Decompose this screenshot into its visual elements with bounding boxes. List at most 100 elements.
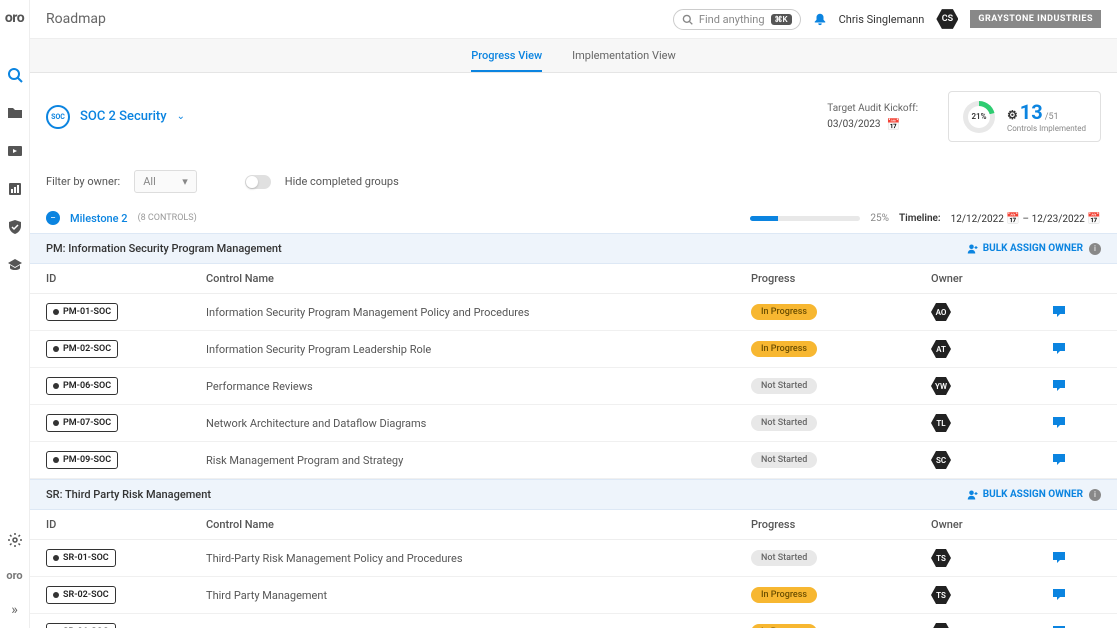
brand-logo[interactable]: oro (5, 10, 24, 26)
filter-label: Filter by owner: (46, 175, 120, 188)
comment-icon[interactable] (1051, 304, 1101, 320)
table-header: ID Control Name Progress Owner (30, 264, 1117, 294)
search-placeholder: Find anything (699, 13, 765, 26)
owner-avatar[interactable]: TL (931, 413, 951, 433)
control-id-badge[interactable]: PM-09-SOC (46, 451, 118, 469)
col-owner: Owner (931, 518, 1051, 531)
col-progress: Progress (751, 272, 931, 285)
collapse-icon[interactable]: − (46, 211, 60, 225)
audit-date: 03/03/2023 (827, 119, 880, 130)
group-sr-header: SR: Third Party Risk Management BULK ASS… (30, 479, 1117, 510)
notifications-icon[interactable] (813, 12, 827, 26)
framework-badge-icon: SOC (46, 105, 70, 129)
col-id: ID (46, 518, 206, 531)
table-row[interactable]: SR-01-SOC Third-Party Risk Management Pol… (30, 540, 1117, 577)
owner-avatar[interactable]: SC (931, 450, 951, 470)
control-id-badge[interactable]: PM-06-SOC (46, 377, 118, 395)
controls-count: 13 (1020, 100, 1043, 124)
status-badge: In Progress (751, 341, 817, 357)
framework-selector[interactable]: SOC 2 Security (80, 109, 167, 124)
controls-label: Controls Implemented (1007, 124, 1086, 133)
status-badge: Not Started (751, 378, 817, 394)
control-id-badge[interactable]: SR-06-SOC (46, 623, 116, 628)
page-title: Roadmap (46, 11, 106, 27)
hide-completed-label: Hide completed groups (285, 175, 399, 188)
control-name: Information Security Program Management … (206, 306, 751, 319)
comment-icon[interactable] (1051, 452, 1101, 468)
group-pm-title: PM: Information Security Program Managem… (46, 242, 282, 255)
control-id-badge[interactable]: PM-07-SOC (46, 414, 118, 432)
table-row[interactable]: PM-01-SOC Information Security Program Ma… (30, 294, 1117, 331)
owner-avatar[interactable]: TS (931, 548, 951, 568)
user-avatar[interactable]: CS (936, 8, 958, 30)
calendar-icon[interactable]: 📅 (1087, 212, 1101, 225)
col-id: ID (46, 272, 206, 285)
info-icon[interactable]: i (1089, 489, 1101, 501)
comment-icon[interactable] (1051, 378, 1101, 394)
tab-implementation-view[interactable]: Implementation View (572, 49, 676, 72)
milestone-2-progress-bar (750, 216, 860, 221)
status-badge: In Progress (751, 304, 817, 320)
filter-row: Filter by owner: All Hide completed grou… (30, 160, 1117, 203)
nav-chart-icon[interactable] (6, 180, 24, 198)
control-name: Network Architecture and Dataflow Diagra… (206, 417, 751, 430)
owner-avatar[interactable]: AT (931, 339, 951, 359)
control-name: Risk Management Program and Strategy (206, 454, 751, 467)
control-id-badge[interactable]: SR-02-SOC (46, 586, 116, 604)
brand-logo-small[interactable]: oro (6, 569, 22, 582)
owner-filter-select[interactable]: All (134, 170, 197, 193)
milestone-2-row: − Milestone 2 (8 CONTROLS) 25% Timeline:… (30, 203, 1117, 233)
topbar: Roadmap Find anything ⌘K Chris Singleman… (30, 0, 1117, 39)
bulk-assign-owner-button[interactable]: BULK ASSIGN OWNER (967, 489, 1083, 501)
tab-progress-view[interactable]: Progress View (471, 49, 542, 72)
owner-avatar[interactable]: SN (931, 622, 951, 628)
global-search[interactable]: Find anything ⌘K (673, 9, 801, 30)
status-badge: Not Started (751, 415, 817, 431)
col-name: Control Name (206, 272, 751, 285)
owner-avatar[interactable]: TS (931, 585, 951, 605)
control-name: Performance Reviews (206, 380, 751, 393)
group-sr-title: SR: Third Party Risk Management (46, 488, 211, 501)
owner-avatar[interactable]: AO (931, 302, 951, 322)
hide-completed-toggle[interactable] (245, 175, 271, 189)
nav-search-icon[interactable] (6, 66, 24, 84)
company-badge[interactable]: GRAYSTONE INDUSTRIES (970, 10, 1101, 28)
comment-icon[interactable] (1051, 624, 1101, 628)
sidebar-expand-icon[interactable]: » (11, 602, 18, 618)
info-icon[interactable]: i (1089, 243, 1101, 255)
control-id-badge[interactable]: PM-02-SOC (46, 340, 118, 358)
control-id-badge[interactable]: SR-01-SOC (46, 549, 116, 567)
table-row[interactable]: PM-02-SOCInformation Security Program Le… (30, 331, 1117, 368)
table-row[interactable]: PM-06-SOC Performance ReviewsNot Started Y… (30, 368, 1117, 405)
calendar-icon[interactable]: 📅 (1006, 212, 1020, 225)
status-badge: Not Started (751, 452, 817, 468)
table-row[interactable]: PM-09-SOC Risk Management Program and Str… (30, 442, 1117, 479)
settings-icon[interactable] (6, 531, 24, 549)
metrics-box: 21% ⚙ 13 /51 Controls Implemented (948, 91, 1101, 142)
nav-graduation-icon[interactable] (6, 256, 24, 274)
table-row[interactable]: PM-07-SOC Network Architecture and Datafl… (30, 405, 1117, 442)
view-tabs: Progress View Implementation View (30, 39, 1117, 73)
chevron-down-icon[interactable]: ⌄ (177, 111, 185, 122)
milestone-2-name[interactable]: Milestone 2 (70, 212, 128, 225)
milestone-2-count: (8 CONTROLS) (138, 213, 197, 223)
comment-icon[interactable] (1051, 587, 1101, 603)
col-progress: Progress (751, 518, 931, 531)
user-name[interactable]: Chris Singlemann (839, 13, 925, 26)
milestone-2-pct: 25% (870, 213, 889, 224)
comment-icon[interactable] (1051, 341, 1101, 357)
nav-folder-icon[interactable] (6, 104, 24, 122)
nav-play-icon[interactable] (6, 142, 24, 160)
owner-avatar[interactable]: YW (931, 376, 951, 396)
comment-icon[interactable] (1051, 550, 1101, 566)
timeline-label: Timeline: (899, 213, 941, 224)
bulk-assign-owner-button[interactable]: BULK ASSIGN OWNER (967, 243, 1083, 255)
search-kbd: ⌘K (771, 14, 792, 25)
comment-icon[interactable] (1051, 415, 1101, 431)
table-row[interactable]: SR-02-SOCThird Party ManagementIn Progre… (30, 577, 1117, 614)
control-name: Third-Party Risk Management Policy and P… (206, 552, 751, 565)
calendar-icon[interactable]: 📅 (887, 118, 901, 131)
table-row[interactable]: SR-06-SOCThird-Party Risk AssessmentsIn … (30, 614, 1117, 628)
nav-shield-icon[interactable] (6, 218, 24, 236)
control-id-badge[interactable]: PM-01-SOC (46, 303, 118, 321)
